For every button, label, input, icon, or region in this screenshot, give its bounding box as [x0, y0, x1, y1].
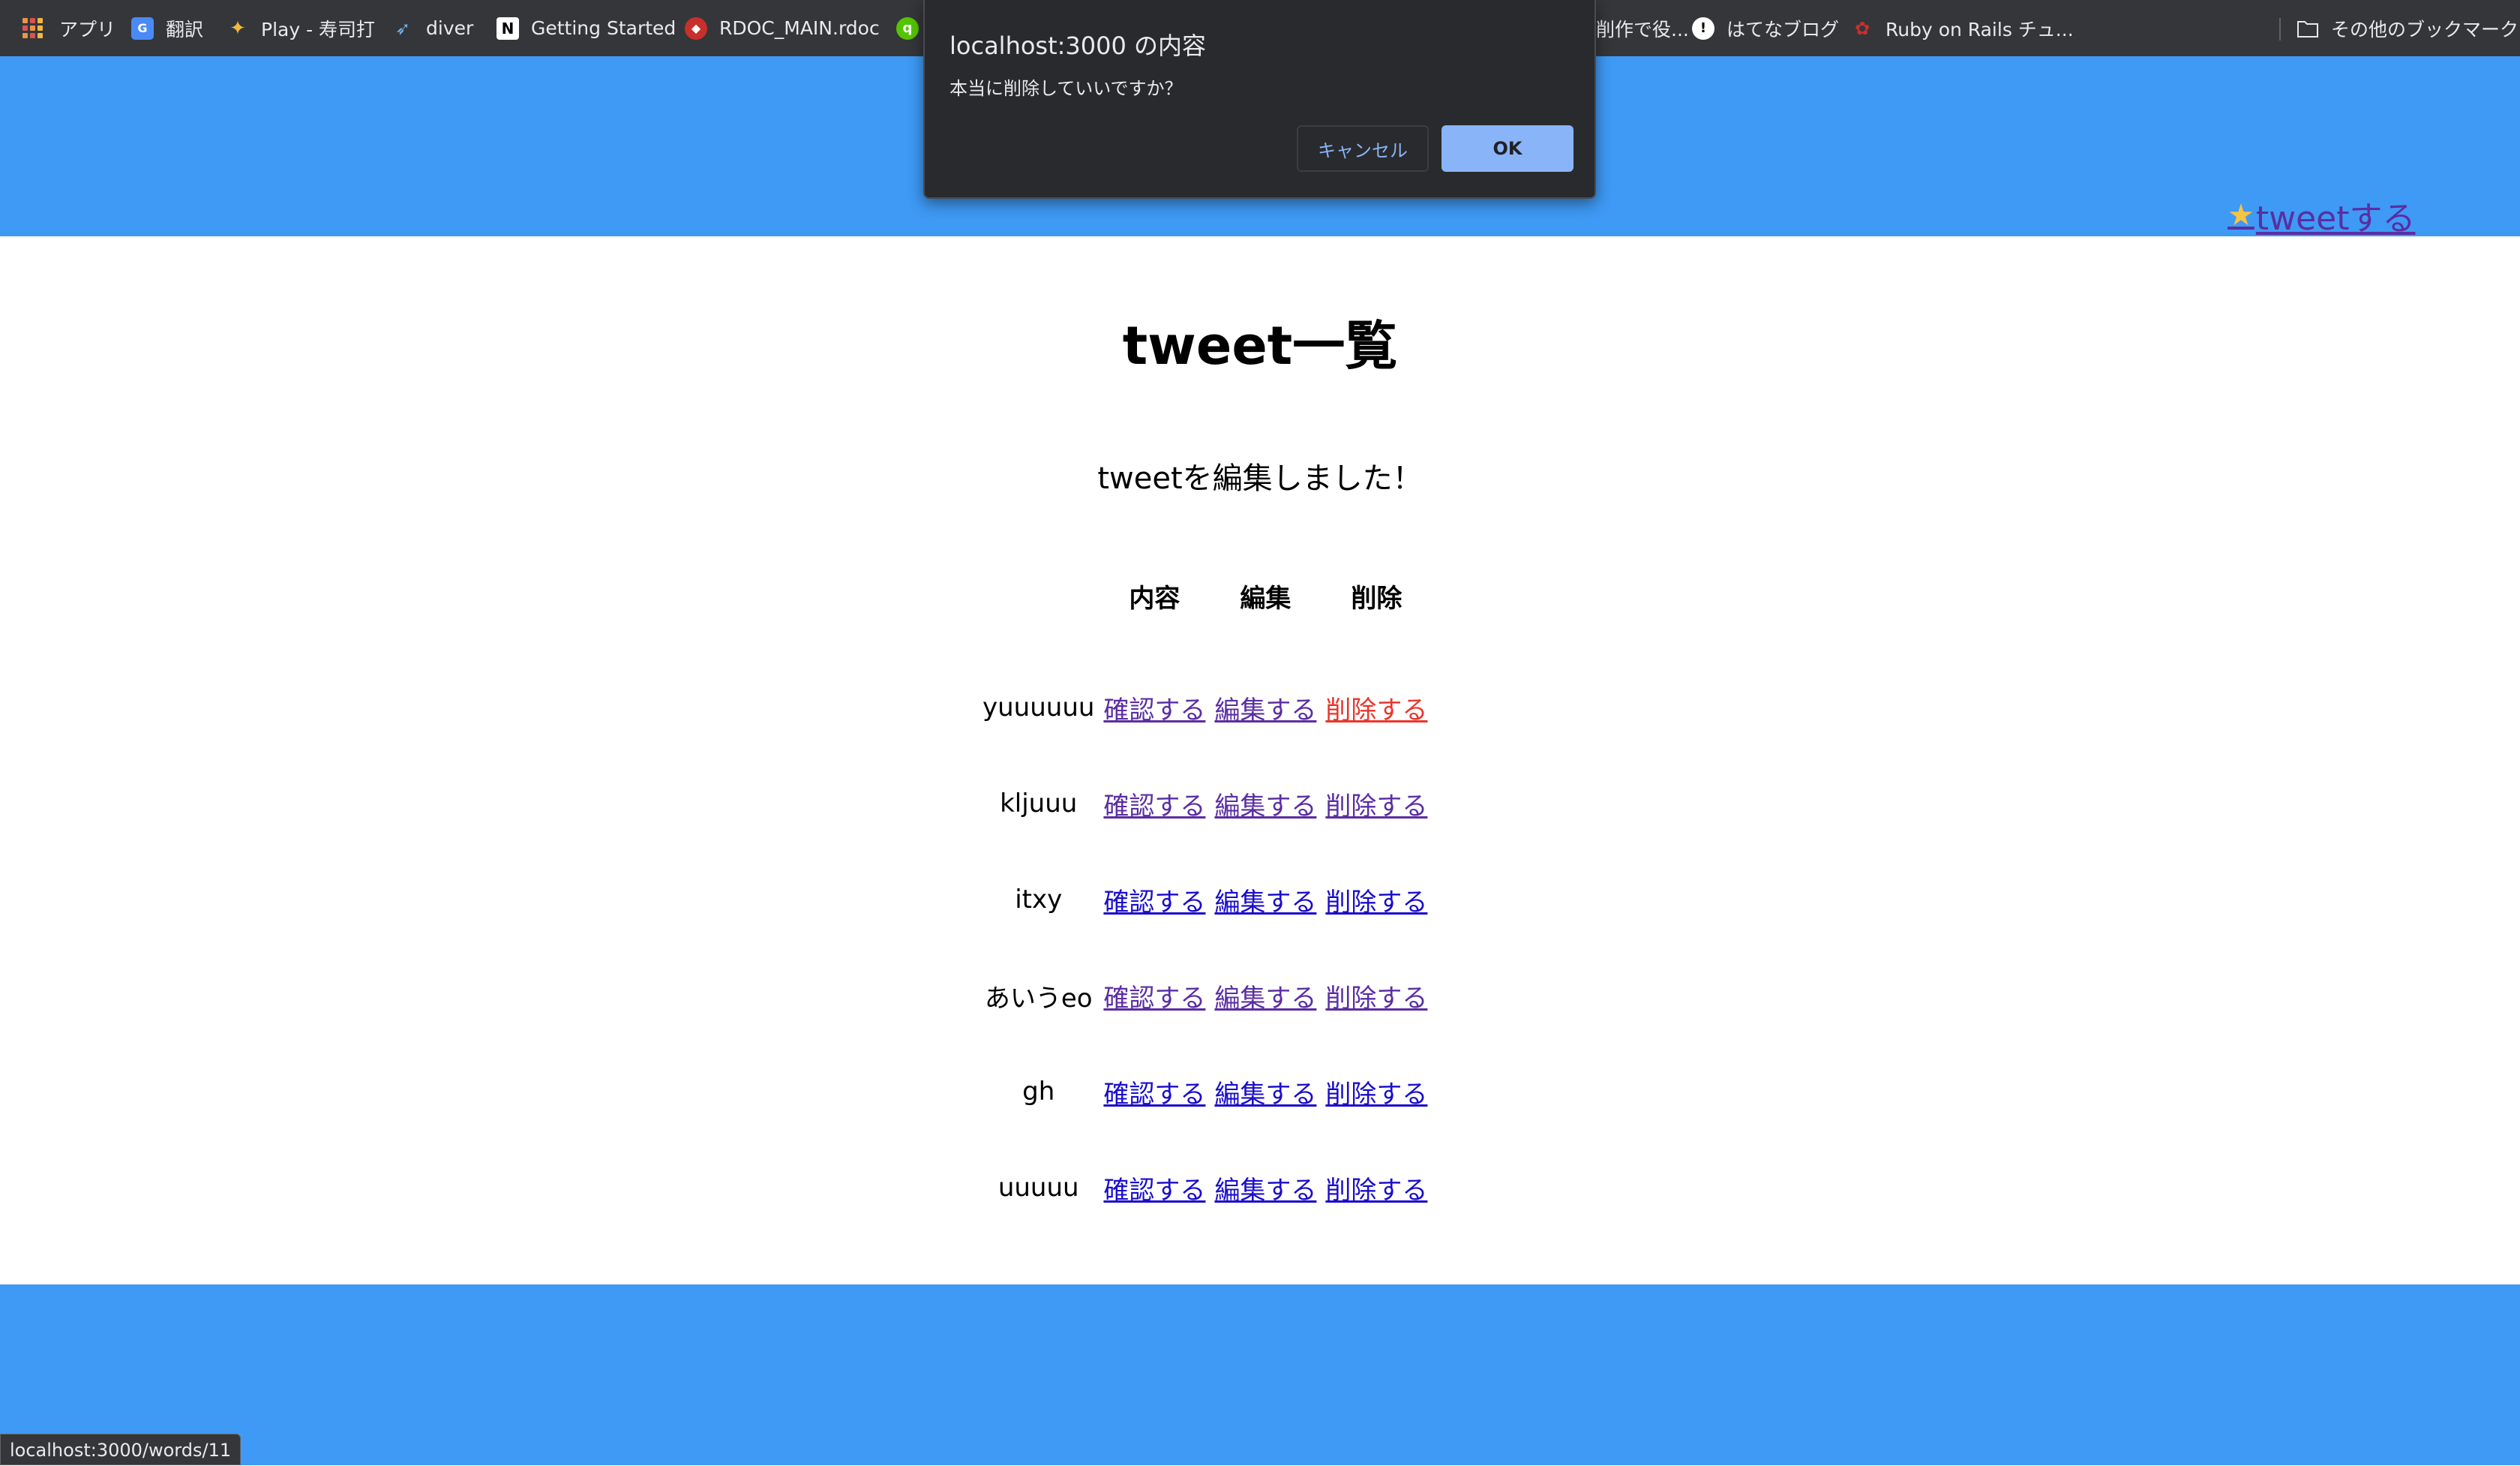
dialog-message: 本当に削除していいですか？ — [950, 78, 1183, 99]
new-tweet-label: tweetする — [2255, 200, 2416, 238]
bookmark-translate[interactable]: G 翻訳 — [131, 0, 203, 56]
new-tweet-link[interactable]: ★ tweetする — [2228, 191, 2416, 239]
column-header: 内容 — [1129, 584, 1180, 614]
show-link[interactable]: 確認する — [1103, 1176, 1205, 1206]
delete-link[interactable]: 削除する — [1325, 695, 1427, 725]
folder-icon — [2296, 17, 2319, 40]
show-link[interactable]: 確認する — [1103, 792, 1205, 822]
flash-message: tweetを編集しました！ — [1097, 461, 1423, 496]
table-row: あいうeo 確認する 編集する 削除する — [981, 948, 1429, 1044]
tweet-content: gh — [1022, 1077, 1055, 1107]
show-link[interactable]: 確認する — [1103, 984, 1205, 1014]
show-link[interactable]: 確認する — [1103, 695, 1205, 725]
star-icon: ★ — [2228, 198, 2254, 233]
edit-link[interactable]: 編集する — [1214, 984, 1316, 1014]
hatena-icon: ! — [1692, 17, 1714, 40]
status-bar-url: localhost:3000/words/11 — [0, 1434, 242, 1465]
table-row: kljuuu 確認する 編集する 削除する — [981, 756, 1429, 852]
edit-link[interactable]: 編集する — [1214, 1176, 1316, 1206]
notion-icon: N — [496, 17, 519, 40]
bookmark-label: その他のブックマーク — [2331, 18, 2519, 41]
show-link[interactable]: 確認する — [1103, 1080, 1205, 1110]
apps-grid-icon — [22, 18, 43, 38]
tweet-content: あいうeo — [984, 983, 1093, 1014]
diver-icon: ➶ — [394, 17, 411, 39]
bookmark-label: Ruby on Rails チュ... — [1886, 18, 2074, 41]
ok-button[interactable]: OK — [1442, 125, 1574, 172]
site-footer — [0, 1284, 2520, 1465]
column-header: 編集 — [1240, 584, 1292, 614]
show-link[interactable]: 確認する — [1103, 888, 1205, 918]
bookmark-other[interactable]: その他のブックマーク — [2296, 0, 2518, 56]
tweet-content: kljuuu — [1000, 789, 1078, 819]
bookmarks-separator — [2279, 18, 2281, 41]
delete-link[interactable]: 削除する — [1325, 1080, 1427, 1110]
delete-link[interactable]: 削除する — [1325, 984, 1427, 1014]
bookmark-label: Play - 寿司打 — [261, 18, 376, 41]
table-row: gh 確認する 編集する 削除する — [981, 1044, 1429, 1140]
bookmark-hatena[interactable]: ! はてなブログ — [1692, 0, 1839, 56]
ruby-icon: ◆ — [685, 17, 707, 40]
bookmark-label: RDOC_MAIN.rdoc — [719, 17, 880, 39]
dialog-title: localhost:3000 の内容 — [950, 32, 1207, 60]
bookmark-label: Getting Started — [531, 17, 676, 39]
bookmark-label: アプリ — [59, 18, 116, 41]
bookmark-getting-started[interactable]: N Getting Started — [496, 0, 676, 56]
sushi-icon: ✦ — [230, 17, 246, 40]
bookmark-sushi[interactable]: ✦ Play - 寿司打 — [226, 0, 375, 56]
edit-link[interactable]: 編集する — [1214, 792, 1316, 822]
tweet-table: 内容 編集 削除 yuuuuuu 確認する 編集する 削除する kljuuu 確… — [975, 578, 1435, 1236]
column-header-content — [981, 578, 1096, 659]
table-row: yuuuuuu 確認する 編集する 削除する — [981, 659, 1429, 756]
bookmark-diver[interactable]: ➶ diver — [392, 0, 473, 56]
bookmark-rdoc[interactable]: ◆ RDOC_MAIN.rdoc — [685, 0, 880, 56]
bookmark-partial[interactable]: 削作で役... — [1596, 0, 1689, 56]
bookmark-label: はてなブログ — [1726, 18, 1840, 41]
table-row: uuuuu 確認する 編集する 削除する — [981, 1140, 1429, 1236]
bookmark-label: 翻訳 — [166, 18, 204, 41]
table-row: itxy 確認する 編集する 削除する — [981, 852, 1429, 948]
tweet-content: itxy — [1015, 885, 1063, 915]
edit-link[interactable]: 編集する — [1214, 695, 1316, 725]
tweet-content: uuuuu — [998, 1173, 1079, 1203]
google-translate-icon: G — [131, 17, 154, 40]
edit-link[interactable]: 編集する — [1214, 888, 1316, 918]
table-header-row: 内容 編集 削除 — [981, 578, 1429, 659]
bookmark-label: diver — [426, 17, 474, 39]
bookmark-label: 削作で役... — [1596, 18, 1689, 41]
rails-icon: ✿ — [1854, 17, 1870, 39]
confirm-dialog: localhost:3000 の内容 本当に削除していいですか？ キャンセル O… — [923, 0, 1596, 199]
page-title: tweet一覧 — [1122, 315, 1398, 377]
bookmark-apps[interactable]: アプリ — [22, 0, 116, 56]
edit-link[interactable]: 編集する — [1214, 1080, 1316, 1110]
column-header: 削除 — [1351, 584, 1402, 614]
tweet-content: yuuuuuu — [982, 692, 1095, 722]
bookmark-rails[interactable]: ✿ Ruby on Rails チュ... — [1851, 0, 2074, 56]
qiita-icon: q — [896, 17, 919, 40]
delete-link[interactable]: 削除する — [1325, 1176, 1427, 1206]
delete-link[interactable]: 削除する — [1325, 792, 1427, 822]
cancel-button[interactable]: キャンセル — [1297, 125, 1429, 172]
delete-link[interactable]: 削除する — [1325, 888, 1427, 918]
